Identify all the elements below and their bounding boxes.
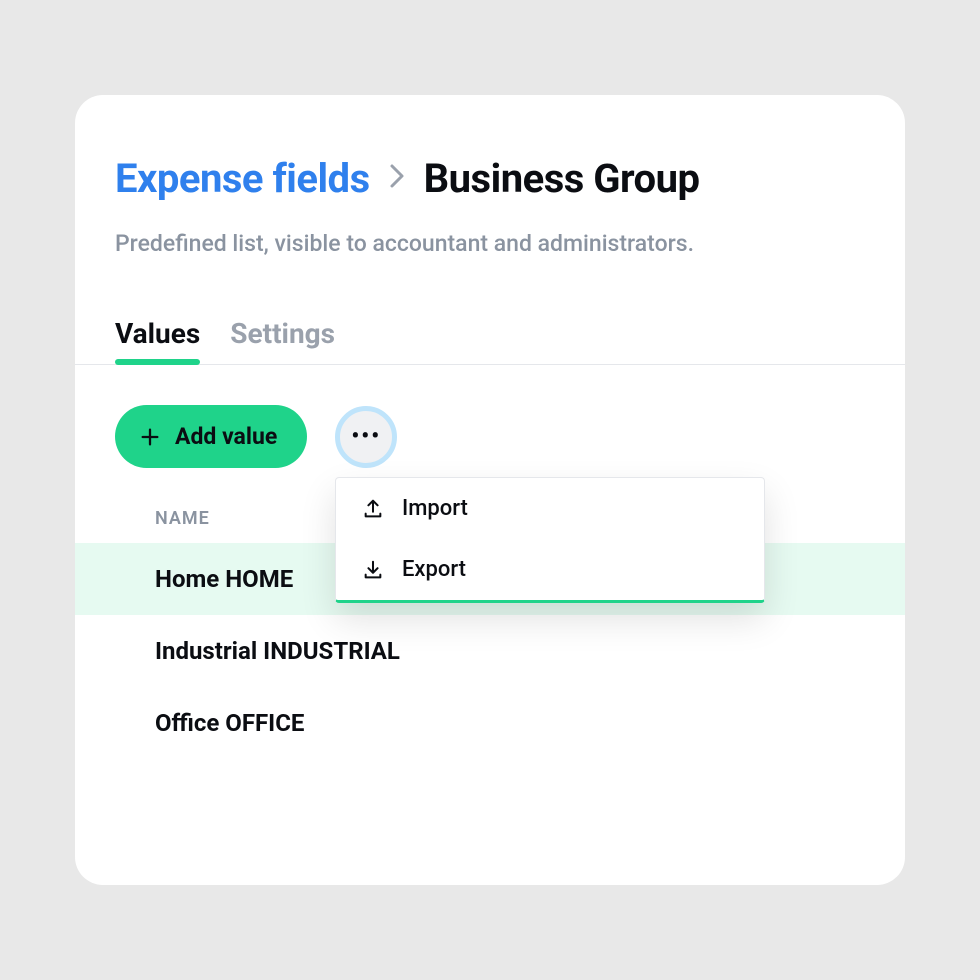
ellipsis-icon: ••• xyxy=(351,424,381,449)
toolbar: Add value ••• Import Export xyxy=(75,365,905,498)
more-actions-dropdown: Import Export xyxy=(335,477,765,603)
add-value-button[interactable]: Add value xyxy=(115,405,307,468)
chevron-right-icon xyxy=(388,160,406,198)
tab-values[interactable]: Values xyxy=(115,317,200,364)
tabs: Values Settings xyxy=(75,317,905,365)
more-actions-button[interactable]: ••• xyxy=(335,406,397,468)
page-subtitle: Predefined list, visible to accountant a… xyxy=(75,230,905,257)
table-row[interactable]: Office OFFICE xyxy=(75,687,905,759)
tab-settings[interactable]: Settings xyxy=(230,317,335,364)
upload-icon xyxy=(362,498,384,520)
add-value-label: Add value xyxy=(175,423,277,450)
table-row[interactable]: Industrial INDUSTRIAL xyxy=(75,615,905,687)
export-menu-item[interactable]: Export xyxy=(336,539,764,600)
breadcrumb: Expense fields Business Group xyxy=(75,155,905,202)
breadcrumb-parent-link[interactable]: Expense fields xyxy=(115,155,370,202)
plus-icon xyxy=(139,426,161,448)
export-label: Export xyxy=(402,557,466,582)
import-menu-item[interactable]: Import xyxy=(336,478,764,539)
settings-card: Expense fields Business Group Predefined… xyxy=(75,95,905,885)
download-icon xyxy=(362,559,384,581)
import-label: Import xyxy=(402,496,468,521)
breadcrumb-current: Business Group xyxy=(424,155,700,202)
